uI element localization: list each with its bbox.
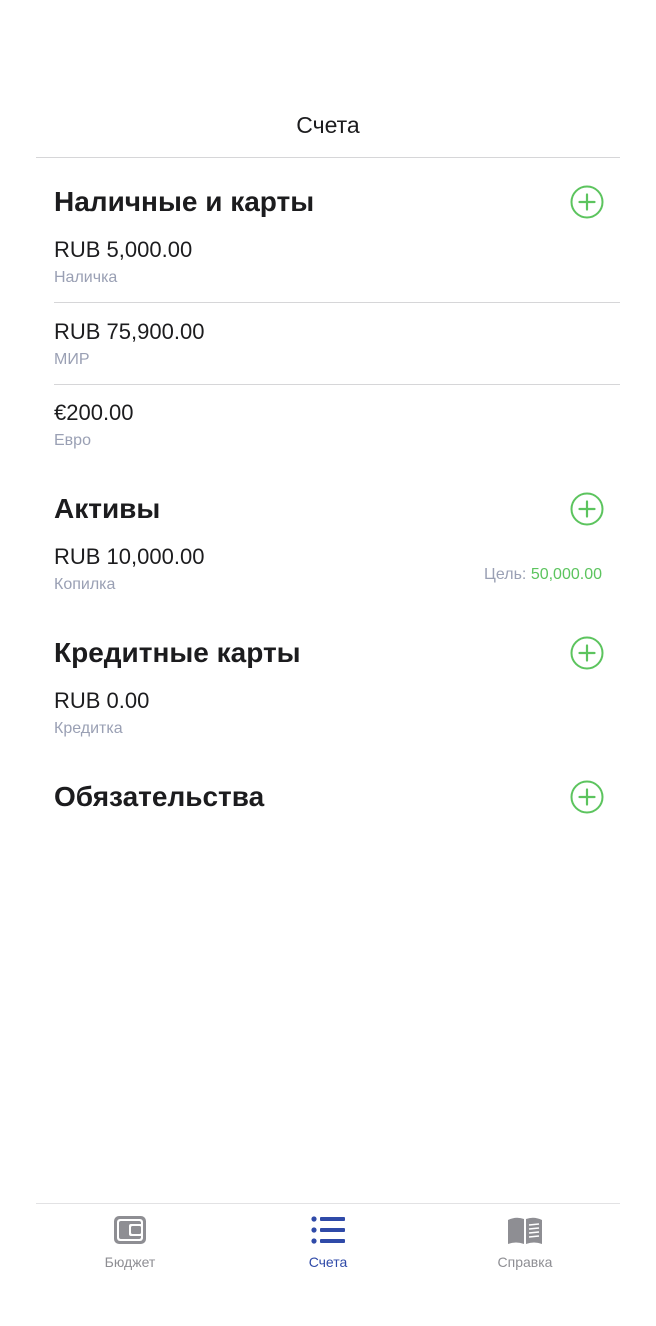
goal-value: 50,000.00	[530, 566, 602, 583]
list-icon	[311, 1216, 345, 1244]
account-name: Кредитка	[54, 720, 123, 737]
wallet-icon	[114, 1216, 146, 1244]
savings-goal: Цель: 50,000.00	[484, 566, 602, 584]
goal-label: Цель:	[484, 566, 527, 583]
account-name: Наличка	[54, 269, 118, 286]
account-name: Копилка	[54, 576, 116, 593]
plus-circle-icon	[570, 185, 604, 219]
add-account-button[interactable]	[570, 636, 604, 670]
section-header-assets: Активы	[54, 489, 604, 529]
plus-circle-icon	[570, 636, 604, 670]
account-name: Евро	[54, 432, 91, 449]
header-divider	[36, 157, 620, 158]
add-account-button[interactable]	[570, 492, 604, 526]
account-amount: RUB 5,000.00	[54, 237, 193, 262]
row-divider	[54, 384, 620, 385]
tab-accounts[interactable]: Счета	[258, 1212, 398, 1282]
tab-help[interactable]: Справка	[455, 1212, 595, 1282]
book-icon	[508, 1217, 542, 1244]
row-divider	[54, 302, 620, 303]
account-row[interactable]: RUB 0.00 Кредитка	[54, 688, 604, 748]
account-row[interactable]: RUB 5,000.00 Наличка	[54, 237, 604, 297]
account-amount: RUB 0.00	[54, 688, 150, 713]
section-header-credit-cards: Кредитные карты	[54, 633, 604, 673]
section-title: Кредитные карты	[54, 637, 301, 668]
add-account-button[interactable]	[570, 185, 604, 219]
account-amount: RUB 75,900.00	[54, 319, 205, 344]
account-row[interactable]: RUB 10,000.00 Копилка Цель: 50,000.00	[54, 544, 604, 604]
section-title: Обязательства	[54, 781, 265, 812]
tab-label: Счета	[308, 1254, 348, 1270]
section-title: Активы	[54, 493, 161, 524]
section-header-liabilities: Обязательства	[54, 777, 604, 817]
account-amount: €200.00	[54, 400, 134, 425]
add-account-button[interactable]	[570, 780, 604, 814]
accounts-screen: Счета Наличные и карты RUB 5,000.00 Нали…	[0, 0, 656, 1326]
section-header-cash-and-cards: Наличные и карты	[54, 182, 604, 222]
page-title: Счета	[296, 112, 360, 138]
tab-label: Справка	[497, 1254, 553, 1270]
section-title: Наличные и карты	[54, 186, 315, 217]
account-amount: RUB 10,000.00	[54, 544, 205, 569]
account-row[interactable]: RUB 75,900.00 МИР	[54, 319, 604, 379]
tab-budget[interactable]: Бюджет	[60, 1212, 200, 1282]
tabbar-divider	[36, 1203, 620, 1204]
account-row[interactable]: €200.00 Евро	[54, 400, 604, 460]
plus-circle-icon	[570, 780, 604, 814]
tab-label: Бюджет	[104, 1254, 156, 1270]
account-name: МИР	[54, 351, 90, 368]
plus-circle-icon	[570, 492, 604, 526]
